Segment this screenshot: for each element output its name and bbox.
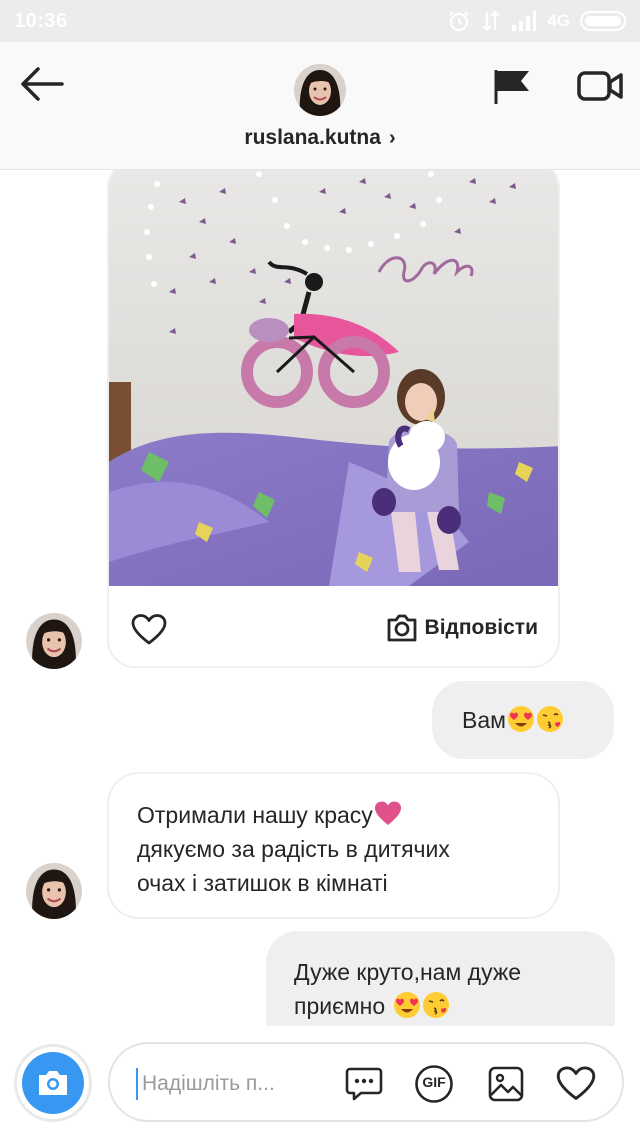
- data-transfer-icon: [482, 10, 501, 32]
- message-bubble-incoming[interactable]: Отримали нашу красу дякуємо за радість в…: [107, 772, 560, 919]
- message-bubble-outgoing[interactable]: Дуже круто,нам дуже приємно: [266, 931, 615, 1026]
- alarm-icon: [449, 11, 470, 32]
- gallery-icon: [488, 1066, 524, 1102]
- header-username: ruslana.kutna: [244, 126, 381, 149]
- message-text: Отримали нашу красу: [137, 802, 373, 828]
- video-call-icon: [577, 71, 623, 101]
- like-button[interactable]: [131, 614, 167, 646]
- heart-eyes-emoji-icon: [507, 706, 534, 732]
- kiss-emoji-icon: [422, 992, 449, 1018]
- message-input-container[interactable]: GIF: [108, 1042, 624, 1122]
- heart-icon: [556, 1066, 596, 1100]
- flag-button[interactable]: [492, 66, 532, 106]
- message-line: Отримали нашу красу: [137, 798, 532, 832]
- shared-photo[interactable]: [109, 170, 558, 586]
- text-caret: [136, 1068, 138, 1100]
- screen: 10:36 4G ruslana.kutna › Відповісти Вам …: [0, 0, 640, 1136]
- chat-header: ruslana.kutna ›: [0, 42, 640, 170]
- shared-photo-message[interactable]: Відповісти: [107, 170, 560, 668]
- network-type: 4G: [547, 11, 570, 30]
- sender-avatar[interactable]: [26, 613, 82, 669]
- status-icons: 4G: [447, 9, 626, 33]
- chevron-right-icon: ›: [388, 126, 396, 149]
- message-line: Дуже круто,нам дуже: [294, 959, 522, 985]
- message-bubble-outgoing[interactable]: Вам: [432, 681, 614, 759]
- post-actions: Відповісти: [109, 586, 558, 666]
- video-call-button[interactable]: [576, 68, 624, 104]
- reply-label: Відповісти: [424, 616, 538, 639]
- back-arrow-icon: [21, 67, 64, 101]
- heart-button[interactable]: [556, 1064, 596, 1104]
- back-button[interactable]: [18, 64, 66, 104]
- sticker-button[interactable]: [344, 1064, 384, 1104]
- camera-button[interactable]: [14, 1044, 92, 1122]
- signal-icon: [512, 11, 537, 31]
- message-line: приємно: [294, 989, 615, 1023]
- message-text: приємно: [294, 993, 386, 1019]
- header-username-link[interactable]: ruslana.kutna ›: [0, 126, 640, 150]
- message-text: Вам: [462, 707, 506, 733]
- heart-eyes-emoji-icon: [393, 992, 420, 1018]
- kiss-emoji-icon: [536, 706, 563, 732]
- gif-label: GIF: [422, 1074, 446, 1090]
- message-composer: GIF: [0, 1026, 640, 1136]
- heart-outline-icon: [131, 614, 167, 645]
- camera-outline-icon: [387, 614, 416, 642]
- reply-button[interactable]: Відповісти: [385, 612, 538, 644]
- header-avatar[interactable]: [294, 64, 346, 116]
- message-line: очах і затишок в кімнаті: [137, 870, 388, 896]
- camera-icon: [39, 1071, 67, 1095]
- message-thread[interactable]: Відповісти Вам Отримали нашу красу дякує…: [0, 170, 640, 1026]
- gallery-button[interactable]: [486, 1064, 526, 1104]
- message-line: дякуємо за радість в дитячих: [137, 836, 450, 862]
- status-bar: 10:36 4G: [0, 0, 640, 42]
- chat-bubble-dots-icon: [345, 1067, 383, 1101]
- gif-button[interactable]: GIF: [414, 1064, 454, 1104]
- message-input[interactable]: [142, 1064, 322, 1104]
- status-time: 10:36: [14, 9, 68, 32]
- heart-emoji-icon: [374, 801, 401, 825]
- flag-icon: [494, 70, 529, 104]
- battery-icon: [580, 11, 626, 31]
- sender-avatar[interactable]: [26, 863, 82, 919]
